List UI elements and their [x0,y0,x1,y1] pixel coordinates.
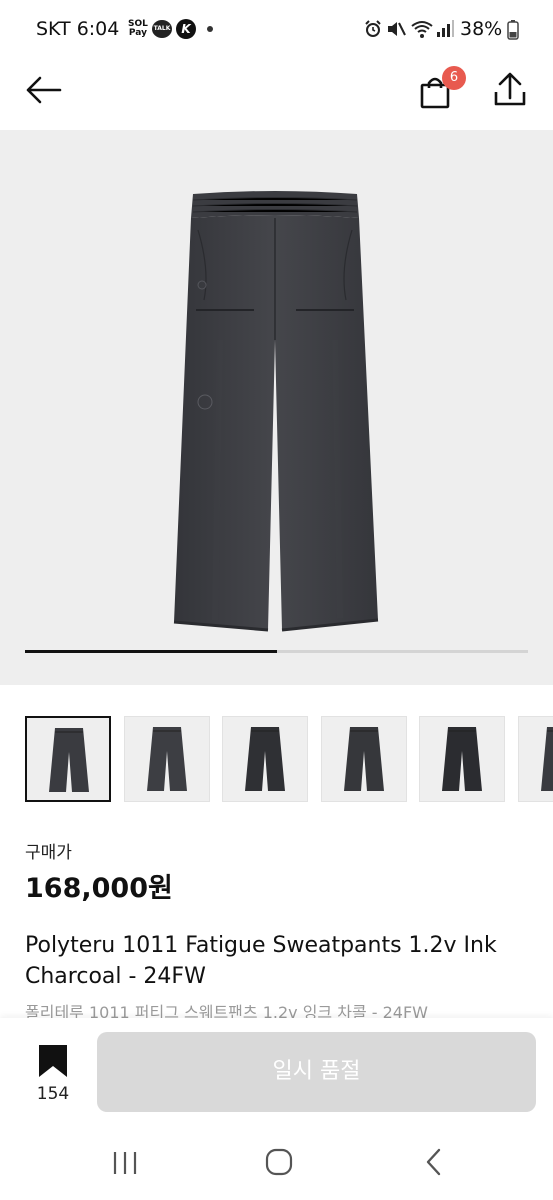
thumbnail-strip[interactable] [0,700,553,816]
back-nav-icon[interactable] [422,1148,446,1176]
product-image-carousel[interactable] [0,130,553,685]
status-bar: SKT 6:04 SOL Pay TALK K 38% [0,0,553,60]
thumbnail-item[interactable] [222,716,308,802]
thumbnail-pants-image [540,727,553,791]
thumbnail-pants-image [343,727,384,791]
image-progress-bar [25,650,528,653]
cart-count-badge: 6 [442,66,466,90]
sol-pay-icon: SOL Pay [128,20,148,38]
share-icon [494,72,526,106]
status-time: SKT 6:04 [36,18,120,40]
sol-pay-icon-bottom: Pay [128,28,147,38]
thumbnail-item[interactable] [419,716,505,802]
share-button[interactable] [490,68,530,110]
bookmark-count: 154 [36,1084,70,1104]
bookmark-icon [39,1045,67,1077]
wifi-icon [411,21,433,38]
thumbnail-pants-image [442,727,482,791]
back-button[interactable] [22,70,66,110]
kakaotalk-icon: TALK [152,20,172,38]
image-progress-fill [25,650,277,653]
recent-apps-icon[interactable] [112,1150,138,1176]
battery-percent: 38% [460,18,503,40]
notification-dot-icon [207,26,213,32]
price-label: 구매가 [25,843,72,863]
thumbnail-pants-image [49,728,89,792]
thumbnail-pants-image [146,727,187,791]
bookmark-button[interactable]: 154 [28,1042,78,1112]
battery-icon [507,20,519,40]
product-pants-image [173,191,379,632]
mute-icon [388,22,406,36]
thumbnail-item[interactable] [25,716,111,802]
product-title-en: Polyteru 1011 Fatigue Sweatpants 1.2v In… [25,933,497,989]
arrow-left-icon [26,76,62,104]
system-navigation-bar [0,1128,553,1200]
k-app-icon: K [176,19,196,39]
thumbnail-item[interactable] [320,716,407,802]
app-header: 6 [0,60,553,130]
bottom-action-bar: 154 일시 품절 [0,1018,553,1128]
thumbnail-pants-image [245,727,285,791]
alarm-icon [365,20,381,37]
product-price: 168,000원 [25,873,173,904]
cart-button[interactable]: 6 [414,66,468,114]
home-icon[interactable] [265,1148,293,1176]
thumbnail-item[interactable] [123,716,210,802]
thumbnail-item[interactable] [517,716,553,802]
soldout-button[interactable]: 일시 품절 [97,1032,536,1112]
signal-icon [437,20,454,37]
